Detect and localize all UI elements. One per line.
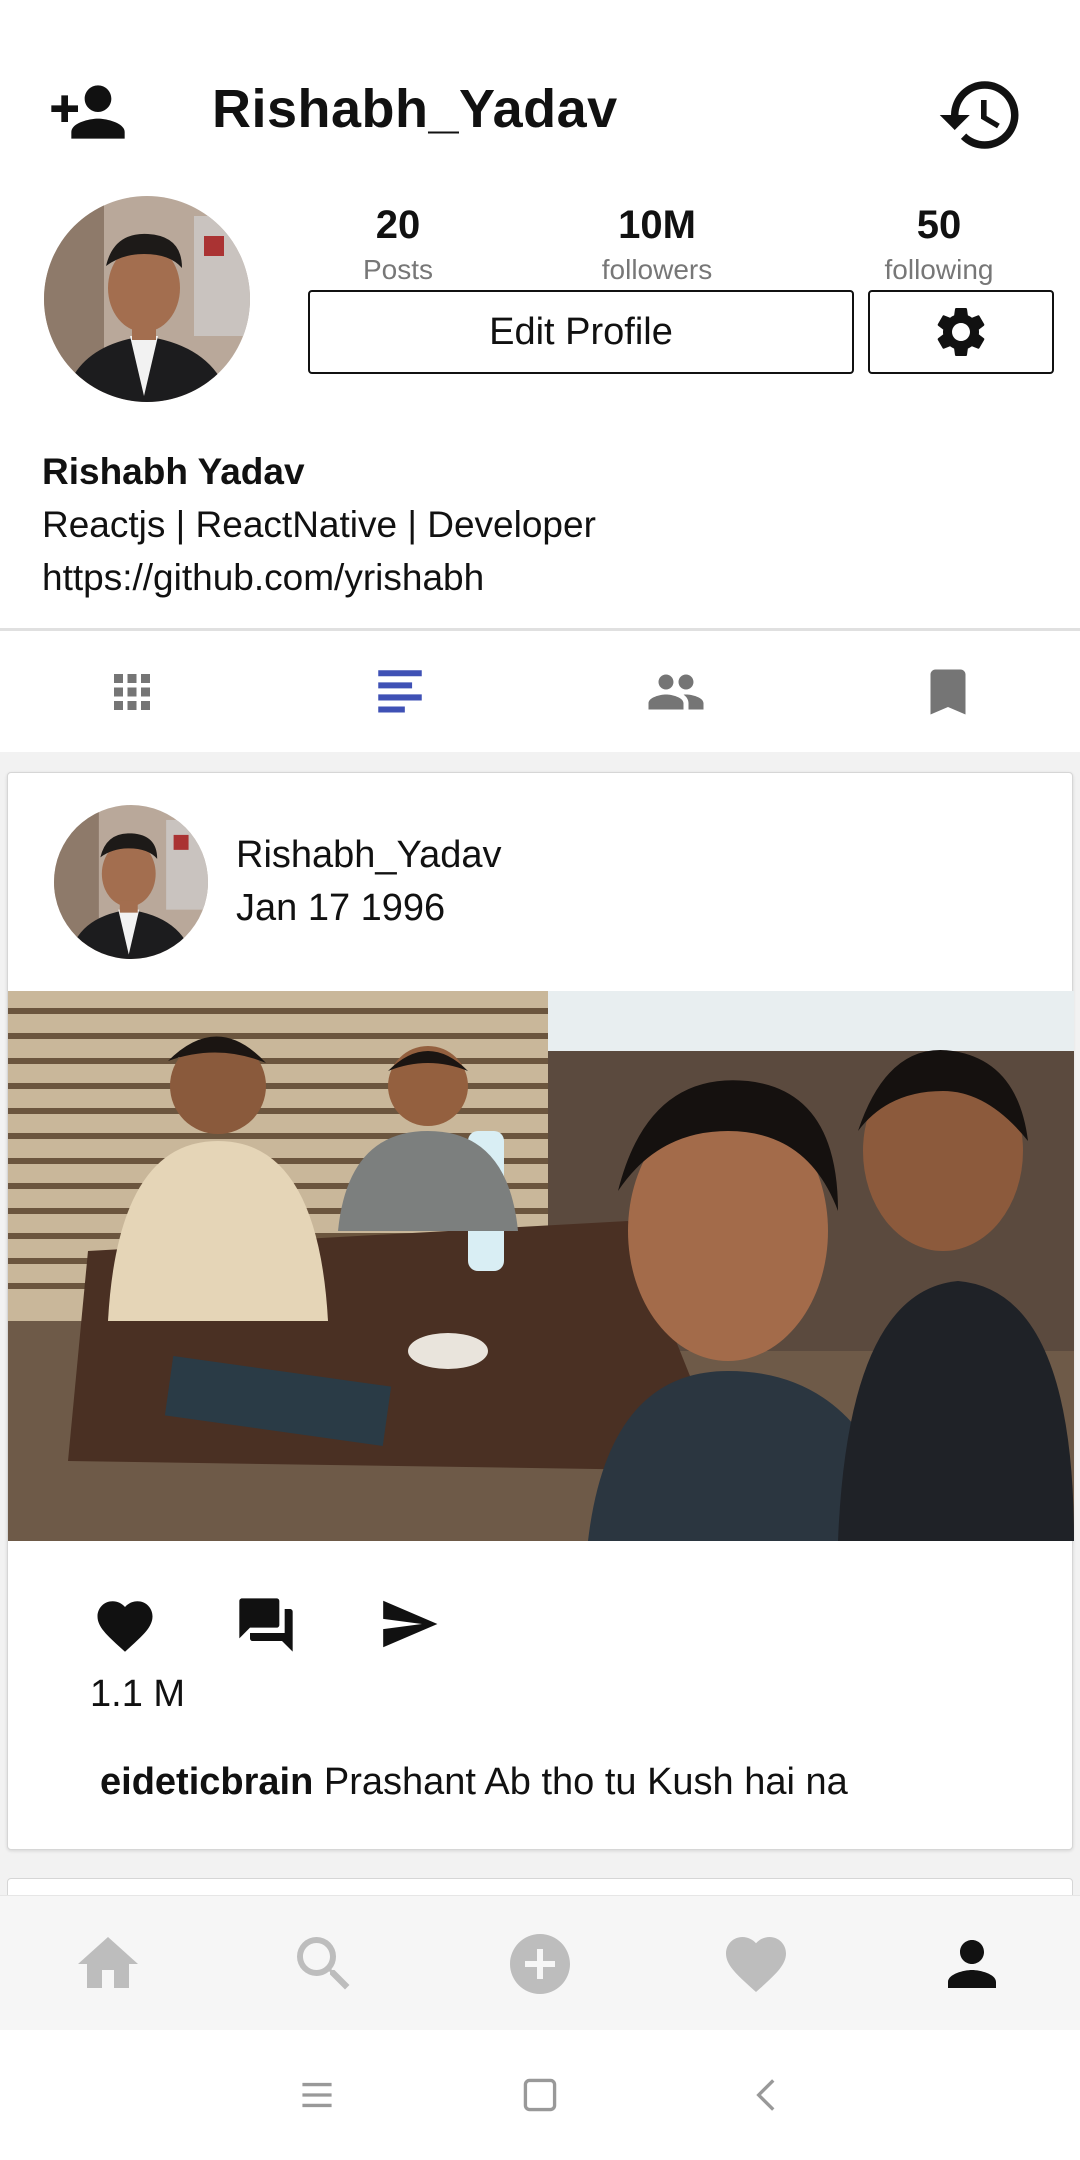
home-square-icon[interactable] <box>515 2070 565 2120</box>
nav-profile[interactable] <box>934 1926 1010 2002</box>
nav-activity[interactable] <box>718 1926 794 2002</box>
share-button[interactable] <box>378 1593 448 1663</box>
tab-list[interactable] <box>370 662 430 722</box>
bottom-nav <box>0 1895 1080 2030</box>
like-button[interactable] <box>92 1593 162 1663</box>
menu-icon[interactable] <box>292 2070 342 2120</box>
caption-text: Prashant Ab tho tu Kush hai na <box>323 1761 848 1803</box>
nav-add[interactable] <box>502 1926 578 2002</box>
profile-full-name: Rishabh Yadav <box>42 451 305 492</box>
heart-icon <box>97 1601 153 1652</box>
profile-header: Rishabh_Yadav <box>0 0 1080 190</box>
home-icon <box>78 1937 138 1988</box>
comment-icon <box>239 1598 293 1652</box>
edit-profile-button[interactable]: Edit Profile <box>308 290 854 374</box>
caption-username[interactable]: eideticbrain <box>100 1761 313 1803</box>
history-icon[interactable] <box>936 70 1030 164</box>
post-image[interactable] <box>8 991 1074 1541</box>
tab-saved[interactable] <box>918 662 978 722</box>
following-label: following <box>884 254 994 285</box>
header-username: Rishabh_Yadav <box>212 79 618 139</box>
back-icon[interactable] <box>742 2070 792 2120</box>
nav-home[interactable] <box>70 1926 146 2002</box>
posts-label: Posts <box>362 254 434 285</box>
nav-search[interactable] <box>286 1926 362 2002</box>
profile-avatar[interactable] <box>44 196 250 402</box>
post-username[interactable]: Rishabh_Yadav <box>236 829 501 882</box>
post-caption: eideticbrain Prashant Ab tho tu Kush hai… <box>100 1761 848 1804</box>
post-card: Rishabh_Yadav Jan 17 1996 1.1 M eideticb… <box>7 772 1074 1850</box>
send-icon <box>383 1600 438 1648</box>
stat-following[interactable]: 50 following <box>839 200 1039 290</box>
posts-count: 20 <box>375 203 421 247</box>
profile-icon <box>948 1940 996 1988</box>
bookmark-icon <box>930 669 966 715</box>
stat-followers[interactable]: 10M followers <box>557 200 757 290</box>
post-actions <box>8 1593 1074 1673</box>
profile-bio: Rishabh Yadav Reactjs | ReactNative | De… <box>42 445 596 604</box>
tab-grid[interactable] <box>102 662 162 722</box>
stat-posts[interactable]: 20 Posts <box>298 200 498 290</box>
divider <box>0 628 1080 631</box>
list-icon <box>378 670 422 713</box>
tab-tagged[interactable] <box>646 662 706 722</box>
search-icon <box>297 1937 350 1990</box>
profile-tabs <box>0 640 1080 740</box>
likes-count[interactable]: 1.1 M <box>90 1673 185 1716</box>
profile-link[interactable]: https://github.com/yrishabh <box>42 551 596 604</box>
people-icon <box>648 674 704 710</box>
following-count: 50 <box>916 203 962 247</box>
followers-label: followers <box>601 254 713 285</box>
settings-button[interactable] <box>868 290 1054 374</box>
heart-icon <box>726 1937 786 1993</box>
gear-icon <box>937 308 985 356</box>
profile-bio-text: Reactjs | ReactNative | Developer <box>42 504 596 545</box>
post-header-text: Rishabh_Yadav Jan 17 1996 <box>236 829 501 935</box>
system-nav-bar <box>0 2030 1080 2160</box>
post-date: Jan 17 1996 <box>236 887 446 929</box>
followers-count: 10M <box>618 203 696 247</box>
post-avatar[interactable] <box>54 805 208 959</box>
add-icon <box>510 1934 570 1994</box>
comment-button[interactable] <box>234 1593 304 1663</box>
grid-icon <box>114 674 150 710</box>
person-add-icon[interactable] <box>48 72 138 162</box>
